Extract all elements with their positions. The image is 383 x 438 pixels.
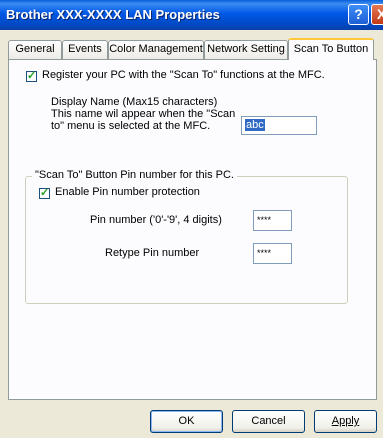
cancel-button[interactable]: Cancel	[232, 410, 305, 433]
apply-button[interactable]: Apply	[314, 410, 377, 433]
help-button[interactable]: ?	[348, 4, 369, 25]
tab-events[interactable]: Events	[62, 40, 108, 59]
ok-button[interactable]: OK	[150, 410, 223, 433]
tab-strip: General Events Color Management Network …	[0, 38, 383, 60]
enable-pin-label: Enable Pin number protection	[55, 186, 200, 198]
tab-network-setting[interactable]: Network Setting	[204, 40, 288, 59]
display-name-hint-line1: This name wil appear when the "Scan	[51, 108, 236, 120]
window-title: Brother XXX-XXXX LAN Properties	[6, 7, 220, 22]
pin-number-input[interactable]: ****	[253, 210, 292, 231]
display-name-value: abc	[245, 119, 265, 131]
display-name-label: Display Name (Max15 characters)	[51, 96, 218, 108]
retype-pin-input[interactable]: ****	[253, 243, 292, 264]
tab-scan-to-button[interactable]: Scan To Button	[288, 38, 374, 60]
close-button[interactable]: X	[371, 4, 383, 25]
display-name-hint-line2: to" menu is selected at the MFC.	[51, 120, 211, 132]
register-label: Register your PC with the "Scan To" func…	[42, 69, 325, 81]
tab-general[interactable]: General	[8, 40, 62, 59]
title-bar[interactable]: Brother XXX-XXXX LAN Properties ? X	[0, 0, 383, 30]
retype-pin-label: Retype Pin number	[105, 247, 200, 259]
register-checkbox[interactable]	[26, 69, 37, 82]
display-name-input[interactable]: abc	[241, 116, 317, 135]
pin-number-label: Pin number ('0'-'9', 4 digits)	[90, 214, 222, 226]
tab-color-management[interactable]: Color Management	[108, 40, 204, 59]
enable-pin-checkbox[interactable]	[39, 186, 50, 199]
pin-group-legend: "Scan To" Button Pin number for this PC.	[32, 169, 237, 181]
